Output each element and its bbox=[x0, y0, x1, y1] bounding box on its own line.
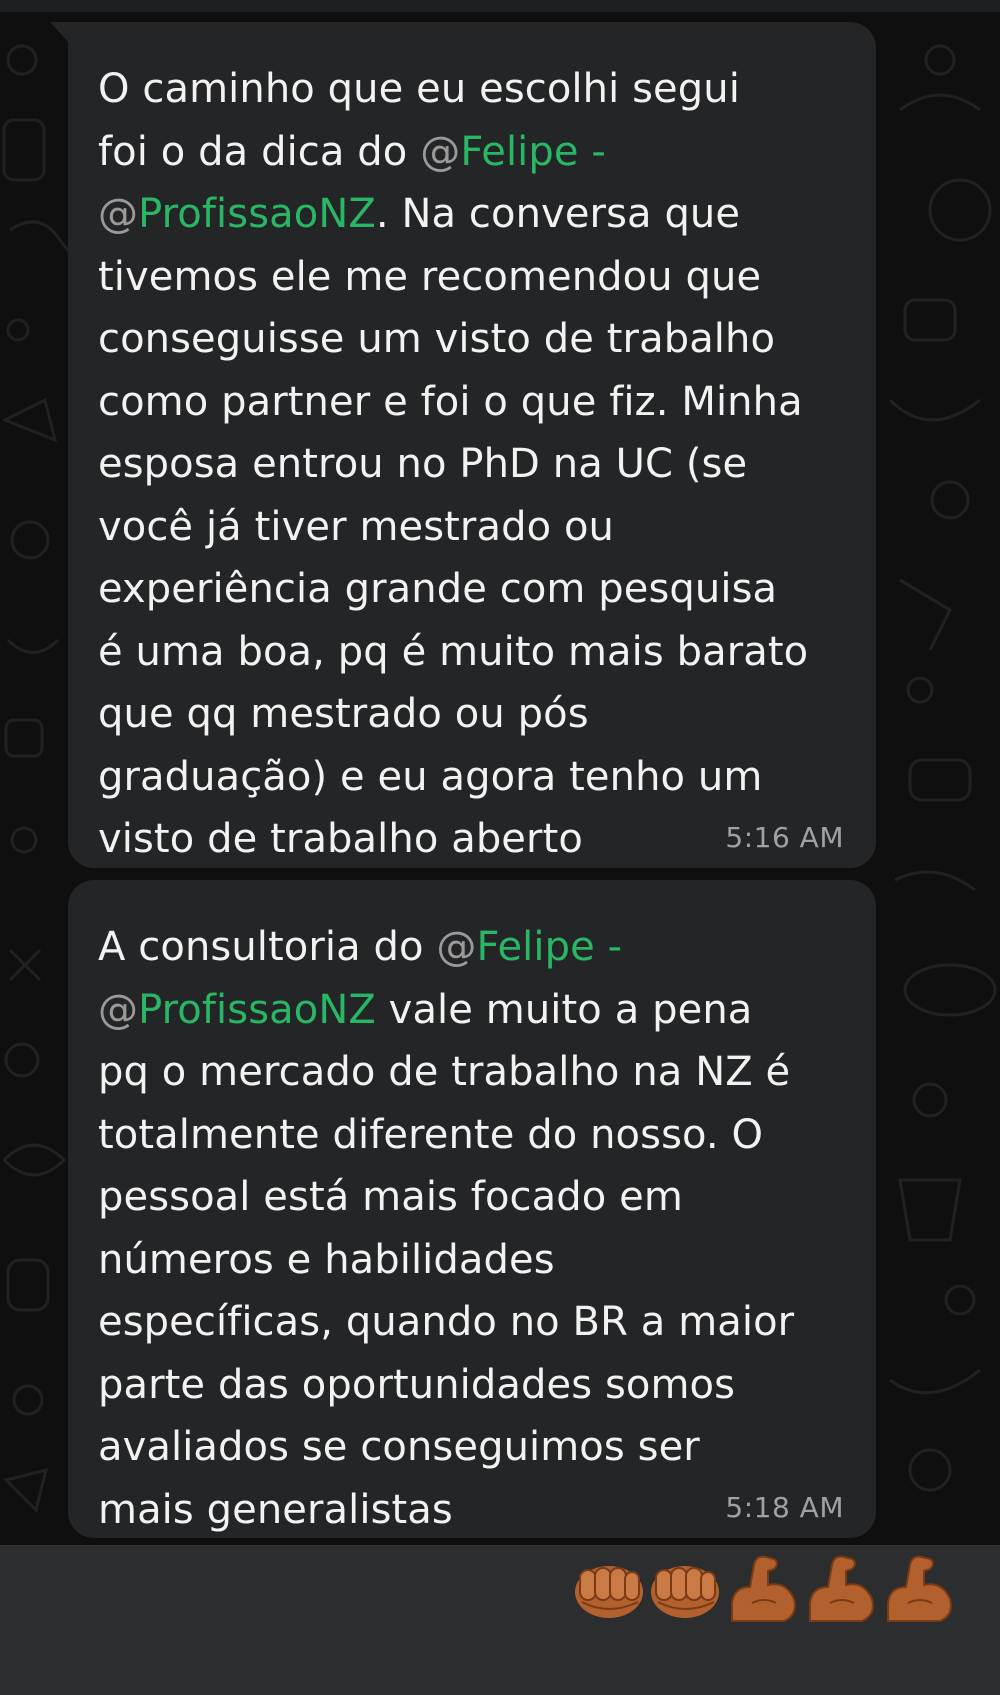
mention-name: Felipe - bbox=[460, 128, 606, 175]
flexed-biceps-icon bbox=[880, 1551, 956, 1627]
message-line: A consultoria do @Felipe - bbox=[98, 916, 846, 979]
flexed-biceps-icon bbox=[724, 1551, 800, 1627]
message-text-segment: experiência grande com pesquisa bbox=[98, 566, 778, 612]
message-line: que qq mestrado ou pós bbox=[98, 683, 846, 746]
mention-name: Felipe - bbox=[476, 924, 623, 970]
message-line: tivemos ele me recomendou que bbox=[98, 246, 846, 309]
message-line: conseguisse um visto de trabalho bbox=[98, 308, 846, 371]
message-text-segment: A consultoria do bbox=[98, 924, 437, 970]
bubble-tail bbox=[50, 22, 70, 44]
message-line: é uma boa, pq é muito mais barato bbox=[98, 621, 846, 684]
message-line: @ProfissaoNZ vale muito a pena bbox=[98, 979, 846, 1042]
message-text-segment: vale muito a pena bbox=[375, 986, 753, 1033]
message-timestamp: 5:18 AM bbox=[725, 1491, 844, 1524]
message-text-segment: totalmente diferente do nosso. O bbox=[98, 1111, 764, 1158]
message-text: O caminho que eu escolhi segui foi o da d… bbox=[98, 58, 846, 871]
message-text-segment: específicas, quando no BR a maior bbox=[98, 1299, 795, 1345]
message-text-segment: pq o mercado de trabalho na NZ é bbox=[98, 1049, 791, 1095]
mention-link[interactable]: @Felipe - bbox=[436, 924, 622, 970]
fist-icon bbox=[648, 1552, 722, 1626]
message-text-segment: é uma boa, pq é muito mais barato bbox=[98, 628, 809, 675]
reaction-emoji-row bbox=[572, 1548, 956, 1630]
message-text-segment: tivemos ele me recomendou que bbox=[98, 253, 762, 300]
message-line: pq o mercado de trabalho na NZ é bbox=[98, 1041, 846, 1104]
mention-link[interactable]: @ProfissaoNZ bbox=[98, 987, 376, 1033]
mention-at-sign: @ bbox=[98, 191, 139, 237]
message-line: como partner e foi o que fiz. Minha bbox=[98, 371, 846, 434]
message-line: @ProfissaoNZ. Na conversa que bbox=[98, 183, 846, 246]
message-bubble[interactable]: A consultoria do @Felipe - @ProfissaoNZ v… bbox=[68, 880, 876, 1538]
message-text-segment: graduação) e eu agora tenho um bbox=[98, 753, 763, 800]
message-text-segment: esposa entrou no PhD na UC (se bbox=[98, 441, 748, 487]
message-line: específicas, quando no BR a maior bbox=[98, 1291, 846, 1354]
message-line: avaliados se conseguimos ser bbox=[98, 1416, 846, 1479]
message-text-segment: números e habilidades bbox=[98, 1236, 555, 1283]
message-text-segment: você já tiver mestrado ou bbox=[98, 503, 614, 550]
message-text-segment: O caminho que eu escolhi segui bbox=[98, 66, 740, 112]
message-timestamp: 5:16 AM bbox=[725, 821, 844, 854]
message-line: graduação) e eu agora tenho um bbox=[98, 746, 846, 809]
mention-name: ProfissaoNZ bbox=[138, 191, 376, 237]
message-line: parte das oportunidades somos bbox=[98, 1354, 846, 1417]
message-line: você já tiver mestrado ou bbox=[98, 496, 846, 559]
flexed-biceps-icon bbox=[802, 1551, 878, 1627]
message-line: O caminho que eu escolhi segui bbox=[98, 58, 846, 121]
message-line: experiência grande com pesquisa bbox=[98, 558, 846, 621]
mention-link[interactable]: @Felipe - bbox=[420, 129, 606, 175]
message-text-segment: como partner e foi o que fiz. Minha bbox=[98, 378, 803, 425]
message-text-segment: . Na conversa que bbox=[375, 191, 741, 237]
message-line: números e habilidades bbox=[98, 1229, 846, 1292]
mention-at-sign: @ bbox=[420, 128, 461, 175]
message-text-segment: parte das oportunidades somos bbox=[98, 1361, 736, 1408]
message-text-segment: mais generalistas bbox=[98, 1486, 453, 1533]
message-text-segment: pessoal está mais focado em bbox=[98, 1174, 683, 1220]
mention-at-sign: @ bbox=[98, 986, 139, 1033]
message-text-segment: avaliados se conseguimos ser bbox=[98, 1424, 700, 1470]
message-text-segment: conseguisse um visto de trabalho bbox=[98, 316, 776, 362]
message-bubble[interactable]: O caminho que eu escolhi segui foi o da d… bbox=[68, 22, 876, 868]
mention-name: ProfissaoNZ bbox=[138, 986, 376, 1033]
message-text-segment: que qq mestrado ou pós bbox=[98, 691, 589, 737]
message-text-segment: visto de trabalho aberto bbox=[98, 816, 583, 862]
mention-at-sign: @ bbox=[436, 924, 477, 970]
message-line: pessoal está mais focado em bbox=[98, 1166, 846, 1229]
top-bar-edge bbox=[0, 0, 1000, 12]
mention-link[interactable]: @ProfissaoNZ bbox=[98, 191, 376, 237]
message-text-segment: foi o da dica do bbox=[98, 128, 421, 175]
message-line: esposa entrou no PhD na UC (se bbox=[98, 433, 846, 496]
fist-icon bbox=[572, 1552, 646, 1626]
message-line: totalmente diferente do nosso. O bbox=[98, 1104, 846, 1167]
message-line: foi o da dica do @Felipe - bbox=[98, 121, 846, 184]
message-text: A consultoria do @Felipe - @ProfissaoNZ v… bbox=[98, 916, 846, 1541]
